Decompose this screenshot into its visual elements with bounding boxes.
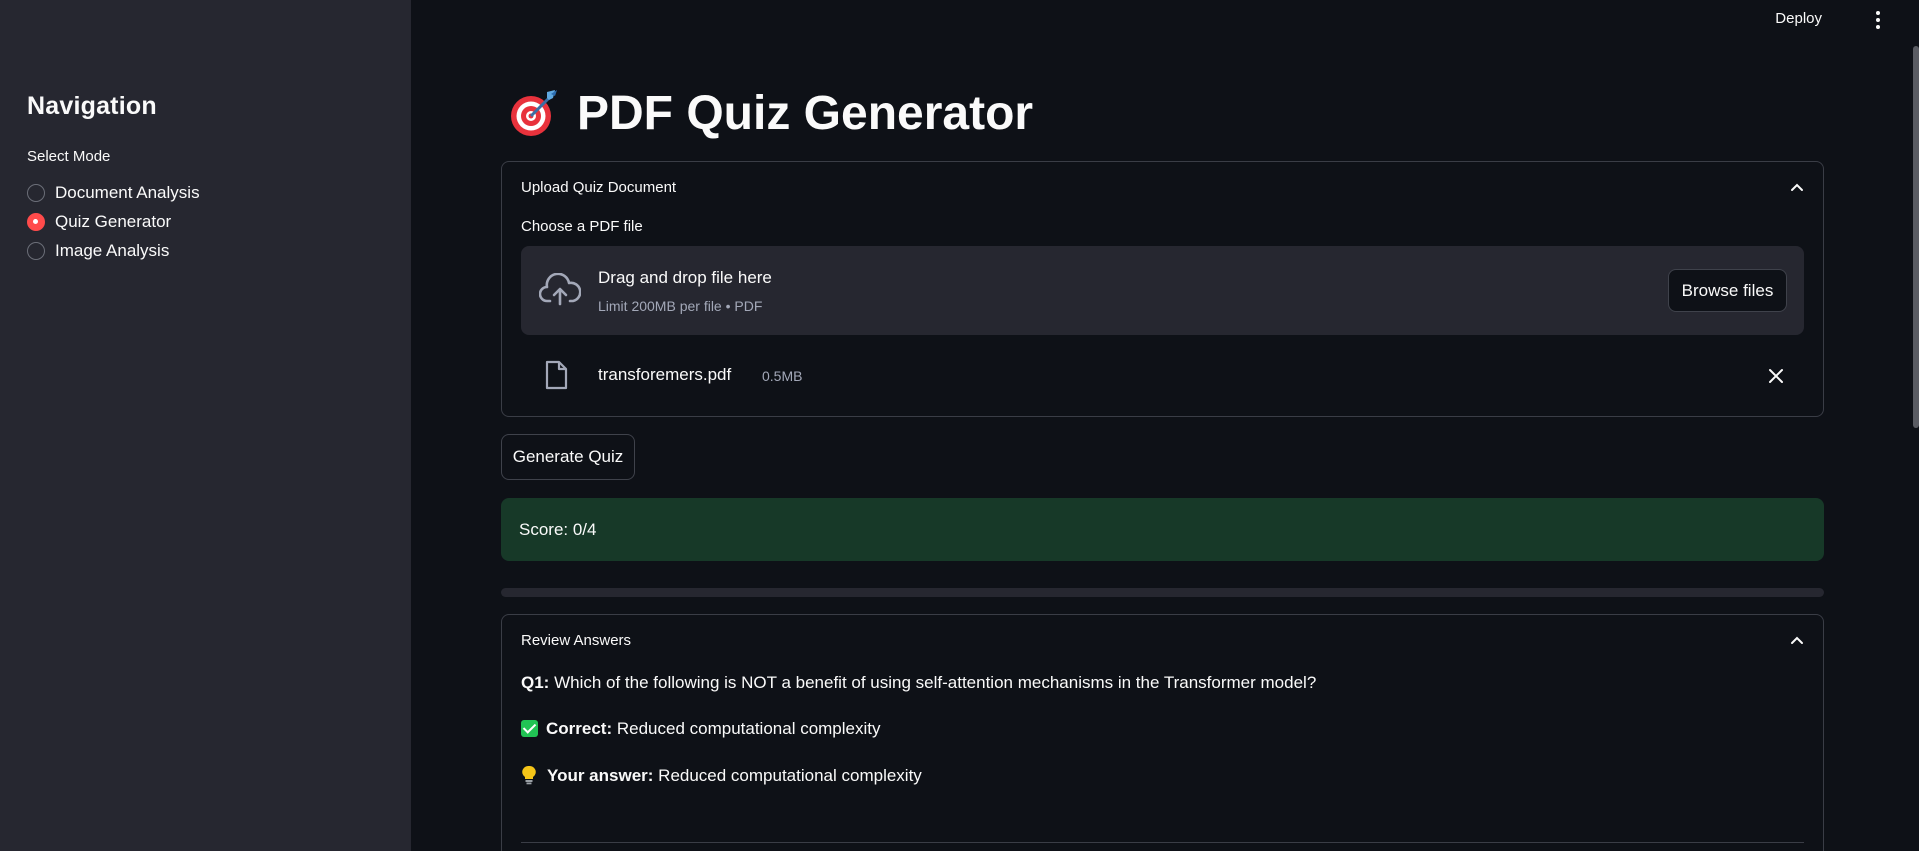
sidebar: Navigation Select Mode Document Analysis…: [0, 0, 411, 851]
radio-label[interactable]: Quiz Generator: [55, 212, 171, 232]
deploy-button[interactable]: Deploy: [1775, 10, 1822, 27]
generate-quiz-button[interactable]: Generate Quiz: [501, 434, 635, 480]
uploaded-file-size: 0.5MB: [762, 368, 803, 384]
kebab-menu-icon[interactable]: [1873, 11, 1883, 29]
question-text: Q1: Which of the following is NOT a bene…: [521, 673, 1316, 693]
radio-quiz-generator[interactable]: Quiz Generator: [27, 207, 200, 236]
question-body: Which of the following is NOT a benefit …: [549, 673, 1317, 692]
review-expander: Review Answers Q1: Which of the followin…: [501, 614, 1824, 851]
mode-radio-group: Document Analysis Quiz Generator Image A…: [27, 178, 200, 265]
cloud-upload-icon: [539, 273, 581, 306]
review-expander-title[interactable]: Review Answers: [521, 632, 631, 649]
target-icon: [511, 89, 557, 136]
lightbulb-icon: [522, 765, 536, 785]
radio-checked-icon[interactable]: [27, 212, 45, 231]
progress-bar: [501, 588, 1824, 597]
question-number: Q1:: [521, 673, 550, 692]
sidebar-title: Navigation: [27, 92, 157, 120]
app-root: Navigation Select Mode Document Analysis…: [0, 0, 1919, 851]
uploaded-file-name: transforemers.pdf: [598, 365, 732, 384]
uploaded-file-row: transforemers.pdf 0.5MB: [521, 358, 1804, 398]
radio-image-analysis[interactable]: Image Analysis: [27, 236, 200, 265]
file-dropzone[interactable]: Drag and drop file here Limit 200MB per …: [521, 246, 1804, 335]
file-uploader-label: Choose a PDF file: [521, 218, 643, 235]
radio-label[interactable]: Image Analysis: [55, 241, 169, 261]
dropzone-title: Drag and drop file here: [598, 268, 772, 287]
your-answer: Your answer: Reduced computational compl…: [521, 765, 922, 786]
review-expander-header[interactable]: Review Answers: [502, 615, 1823, 665]
radio-label[interactable]: Document Analysis: [55, 183, 200, 203]
dropzone-limit: Limit 200MB per file • PDF: [598, 298, 763, 314]
correct-label: Correct:: [546, 719, 613, 738]
radio-unchecked-icon[interactable]: [27, 183, 45, 202]
page-title: PDF Quiz Generator: [577, 87, 1034, 140]
close-icon[interactable]: [1768, 368, 1784, 384]
chevron-up-icon[interactable]: [1790, 180, 1804, 194]
upload-expander-title[interactable]: Upload Quiz Document: [521, 179, 676, 196]
chevron-up-icon[interactable]: [1790, 633, 1804, 647]
score-alert: Score: 0/4: [501, 498, 1824, 561]
correct-answer-text: Reduced computational complexity: [612, 719, 881, 738]
your-answer-text: Reduced computational complexity: [653, 766, 922, 785]
page-title-row: PDF Quiz Generator: [507, 86, 1033, 141]
upload-expander: Upload Quiz Document Choose a PDF file D…: [501, 161, 1824, 417]
your-answer-label: Your answer:: [547, 766, 654, 785]
browse-files-button[interactable]: Browse files: [1668, 269, 1787, 312]
upload-expander-header[interactable]: Upload Quiz Document: [502, 162, 1823, 212]
radio-document-analysis[interactable]: Document Analysis: [27, 178, 200, 207]
select-mode-label: Select Mode: [27, 148, 111, 165]
scrollbar[interactable]: [1913, 46, 1919, 428]
divider: [521, 842, 1804, 843]
file-icon: [545, 360, 568, 390]
correct-answer: Correct: Reduced computational complexit…: [521, 719, 881, 739]
radio-unchecked-icon[interactable]: [27, 241, 45, 260]
check-mark-icon: [521, 720, 538, 737]
